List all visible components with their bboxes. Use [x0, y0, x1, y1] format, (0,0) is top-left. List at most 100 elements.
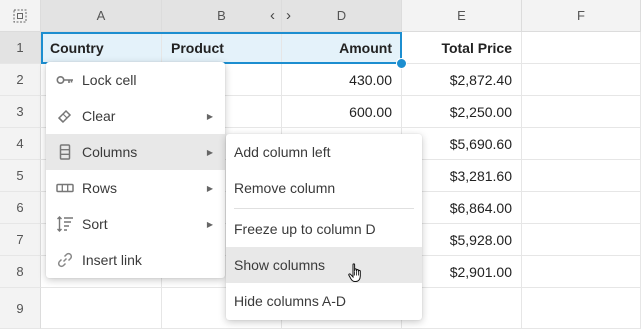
collapse-right-arrow-icon[interactable]: › — [286, 7, 291, 24]
column-letter-d: D — [336, 8, 347, 23]
empty-cell[interactable] — [522, 224, 641, 256]
submenu-item-hide-columns[interactable]: Hide columns A-D — [226, 283, 422, 319]
column-header-b[interactable]: B ‹ — [162, 0, 282, 32]
submenu-arrow-icon: ▶ — [206, 111, 213, 121]
column-header-a[interactable]: A — [41, 0, 162, 32]
empty-cell[interactable] — [522, 192, 641, 224]
menu-item-label: Clear — [82, 108, 116, 124]
cell-text: $2,250.00 — [449, 103, 512, 120]
cell-text: $2,901.00 — [449, 263, 512, 280]
columns-icon — [56, 143, 74, 161]
cell-a1[interactable]: Country — [41, 32, 162, 64]
row-header-1[interactable]: 1 — [0, 32, 41, 64]
column-header-f[interactable]: F — [522, 0, 641, 32]
menu-item-insert-link[interactable]: Insert link — [46, 242, 225, 278]
submenu-item-remove-column[interactable]: Remove column — [226, 170, 422, 206]
cell-d2[interactable]: 430.00 — [282, 64, 402, 96]
menu-item-label: Columns — [82, 144, 138, 160]
submenu-item-show-columns[interactable]: Show columns — [226, 247, 422, 283]
cell-text: Country — [50, 39, 104, 56]
cell-text: Amount — [339, 39, 392, 56]
row-header-3[interactable]: 3 — [0, 96, 41, 128]
row-header-7[interactable]: 7 — [0, 224, 41, 256]
cell-text: $3,281.60 — [449, 167, 512, 184]
column-letter-b: B — [217, 8, 226, 23]
empty-cell[interactable] — [522, 32, 641, 64]
cell-e2[interactable]: $2,872.40 — [402, 64, 522, 96]
submenu-item-label: Show columns — [234, 257, 326, 273]
collapse-left-arrow-icon[interactable]: ‹ — [270, 7, 275, 24]
empty-cell[interactable] — [522, 160, 641, 192]
link-icon — [56, 251, 74, 269]
row-number: 6 — [16, 200, 24, 215]
row-number: 5 — [16, 168, 24, 183]
row-number: 9 — [16, 300, 24, 316]
row-header-9[interactable]: 9 — [0, 288, 41, 329]
menu-item-label: Lock cell — [82, 72, 137, 88]
cell-b1[interactable]: Product — [162, 32, 282, 64]
menu-item-label: Sort — [82, 216, 108, 232]
select-all-corner[interactable] — [0, 0, 41, 32]
row-number: 3 — [16, 104, 24, 119]
row-number: 7 — [16, 232, 24, 247]
cell-text: 430.00 — [349, 71, 392, 88]
cell-d3[interactable]: 600.00 — [282, 96, 402, 128]
row-number: 2 — [16, 72, 24, 87]
eraser-icon — [56, 107, 74, 125]
fill-handle[interactable] — [396, 58, 407, 69]
cell-d1[interactable]: Amount — [282, 32, 402, 64]
cell-text: $5,690.60 — [449, 135, 512, 152]
row-number: 1 — [16, 40, 24, 55]
select-all-icon — [13, 9, 27, 22]
submenu-item-add-column-left[interactable]: Add column left — [226, 134, 422, 170]
submenu-item-label: Hide columns A-D — [234, 293, 347, 309]
submenu-arrow-icon: ▶ — [206, 147, 213, 157]
row-header-8[interactable]: 8 — [0, 256, 41, 288]
menu-item-label: Rows — [82, 180, 118, 196]
column-header-d[interactable]: › D — [282, 0, 402, 32]
cell-text: $5,928.00 — [449, 231, 512, 248]
column-letter-a: A — [96, 8, 106, 23]
cell-text: Product — [171, 39, 224, 56]
empty-cell[interactable] — [522, 96, 641, 128]
submenu-item-freeze-up-to-column-d[interactable]: Freeze up to column D — [226, 211, 422, 247]
row-header-5[interactable]: 5 — [0, 160, 41, 192]
menu-item-label: Insert link — [82, 252, 142, 268]
empty-cell[interactable] — [41, 288, 162, 329]
submenu-item-label: Remove column — [234, 180, 336, 196]
menu-divider — [234, 208, 414, 209]
key-icon — [56, 71, 74, 89]
submenu-arrow-icon: ▶ — [206, 183, 213, 193]
menu-item-columns[interactable]: Columns ▶ — [46, 134, 225, 170]
sort-icon — [56, 215, 74, 233]
columns-submenu: Add column left Remove column Freeze up … — [226, 134, 422, 320]
column-header-e[interactable]: E — [402, 0, 522, 32]
submenu-item-label: Freeze up to column D — [234, 221, 376, 237]
empty-cell[interactable] — [522, 128, 641, 160]
row-header-2[interactable]: 2 — [0, 64, 41, 96]
cell-text: $6,864.00 — [449, 199, 512, 216]
column-letter-f: F — [577, 8, 585, 23]
row-header-4[interactable]: 4 — [0, 128, 41, 160]
row-header-6[interactable]: 6 — [0, 192, 41, 224]
cell-text: 600.00 — [349, 103, 392, 120]
context-menu: Lock cell Clear ▶ Columns ▶ Rows ▶ Sort … — [46, 62, 225, 278]
row-number: 8 — [16, 264, 24, 279]
menu-item-sort[interactable]: Sort ▶ — [46, 206, 225, 242]
cell-text: $2,872.40 — [449, 71, 512, 88]
cell-e1[interactable]: Total Price — [402, 32, 522, 64]
menu-item-lock-cell[interactable]: Lock cell — [46, 62, 225, 98]
submenu-arrow-icon: ▶ — [206, 219, 213, 229]
submenu-item-label: Add column left — [234, 144, 331, 160]
cell-e3[interactable]: $2,250.00 — [402, 96, 522, 128]
empty-cell[interactable] — [522, 64, 641, 96]
row-number: 4 — [16, 136, 24, 151]
rows-icon — [56, 179, 74, 197]
column-letter-e: E — [457, 8, 466, 23]
menu-item-clear[interactable]: Clear ▶ — [46, 98, 225, 134]
spreadsheet: A B ‹ › D E F 1 2 3 4 5 6 7 8 9 Country … — [0, 0, 641, 329]
cell-text: Total Price — [441, 39, 512, 56]
empty-cell[interactable] — [522, 256, 641, 288]
menu-item-rows[interactable]: Rows ▶ — [46, 170, 225, 206]
empty-cell[interactable] — [522, 288, 641, 329]
